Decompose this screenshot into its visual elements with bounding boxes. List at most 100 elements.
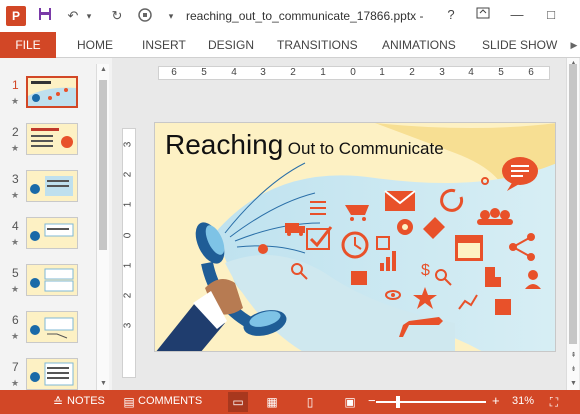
slide-show-icon[interactable]: ▣ — [342, 394, 358, 410]
animation-star-icon: ★ — [11, 237, 20, 247]
fit-to-window-icon[interactable]: ⛶ — [546, 394, 562, 410]
help-icon[interactable]: ? — [442, 6, 460, 24]
slide-thumbnail-5[interactable]: 5 ★ — [0, 264, 96, 310]
tab-animations[interactable]: ANIMATIONS — [382, 32, 456, 58]
status-bar: ≙ NOTES ▤ COMMENTS ▭ ▦ ▯ ▣ − + 31% ⛶ — [0, 390, 580, 414]
slide-title-large: Reaching — [165, 129, 284, 160]
normal-view-icon[interactable]: ▭ — [228, 392, 248, 412]
save-icon[interactable] — [36, 7, 54, 25]
ruler-tick: 3 — [122, 141, 134, 148]
animation-star-icon: ★ — [11, 190, 20, 200]
next-slide-icon[interactable]: ⇟ — [567, 364, 580, 376]
slide-preview — [26, 264, 78, 296]
ruler-tick: 0 — [122, 232, 134, 239]
slide-preview — [26, 358, 78, 390]
tab-transitions[interactable]: TRANSITIONS — [277, 32, 358, 58]
scroll-up-icon[interactable]: ▲ — [97, 64, 110, 76]
ruler-tick: 2 — [409, 67, 415, 78]
ribbon-tabs: FILE HOME INSERT DESIGN TRANSITIONS ANIM… — [0, 32, 580, 58]
editor-scrollbar[interactable]: ▲ ⇞ ⇟ ▼ — [566, 58, 579, 390]
scroll-down-icon[interactable]: ▼ — [97, 378, 110, 390]
minimize-icon[interactable]: — — [508, 6, 526, 24]
zoom-slider-thumb[interactable] — [396, 396, 400, 408]
ruler-tick: 5 — [201, 67, 207, 78]
prev-slide-icon[interactable]: ⇞ — [567, 350, 580, 362]
slide-thumbnail-6[interactable]: 6 ★ — [0, 311, 96, 357]
ruler-tick: 1 — [122, 201, 134, 208]
slide-thumbnail-3[interactable]: 3 ★ — [0, 170, 96, 216]
slide-number: 4 — [12, 219, 19, 233]
chevron-right-icon[interactable]: ▶ — [568, 38, 580, 52]
ruler-tick: 4 — [231, 67, 237, 78]
slide-preview — [26, 217, 78, 249]
scrollbar-thumb[interactable] — [569, 64, 577, 344]
ruler-tick: 4 — [468, 67, 474, 78]
animation-star-icon: ★ — [11, 331, 20, 341]
ruler-tick: 2 — [290, 67, 296, 78]
powerpoint-logo-icon: P — [6, 6, 26, 26]
slide-preview — [26, 170, 78, 202]
present-icon[interactable] — [136, 7, 154, 25]
slide-thumbnails-pane: 1 ★ 2 ★ 3 ★ 4 ★ 5 ★ 6 ★ 7 ★ ▲ ▼ — [0, 58, 112, 390]
zoom-out-button[interactable]: − — [368, 393, 376, 408]
slide-title-small: Out to Communicate — [287, 139, 444, 158]
tab-file[interactable]: FILE — [0, 32, 56, 58]
ruler-tick: 2 — [122, 292, 134, 299]
svg-text:$: $ — [421, 262, 430, 279]
slide-thumbnail-2[interactable]: 2 ★ — [0, 123, 96, 169]
slide-sorter-icon[interactable]: ▦ — [264, 394, 280, 410]
maximize-icon[interactable]: □ — [542, 6, 560, 24]
slide-number: 6 — [12, 313, 19, 327]
ruler-tick: 0 — [350, 67, 356, 78]
ruler-tick: 3 — [260, 67, 266, 78]
ribbon-display-icon[interactable] — [474, 6, 492, 24]
ruler-tick: 3 — [122, 322, 134, 329]
ruler-tick: 6 — [528, 67, 534, 78]
slide-preview — [26, 311, 78, 343]
comments-button[interactable]: COMMENTS — [138, 395, 202, 407]
slide-title[interactable]: Reaching Out to Communicate — [165, 129, 444, 161]
slide-number: 3 — [12, 172, 19, 186]
comments-icon: ▤ — [123, 395, 135, 409]
zoom-slider[interactable] — [376, 401, 486, 403]
ruler-tick: 1 — [379, 67, 385, 78]
reading-view-icon[interactable]: ▯ — [302, 394, 318, 410]
ruler-tick: 1 — [320, 67, 326, 78]
thumbnails-scrollbar[interactable]: ▲ ▼ — [96, 64, 109, 390]
notes-icon: ≙ — [52, 395, 64, 409]
tab-design[interactable]: DESIGN — [208, 32, 254, 58]
ruler-tick: 5 — [498, 67, 504, 78]
slide-thumbnail-4[interactable]: 4 ★ — [0, 217, 96, 263]
slide-number: 2 — [12, 125, 19, 139]
vertical-ruler: 3 2 1 0 1 2 3 — [122, 128, 136, 378]
undo-dropdown-icon[interactable]: ▾ — [80, 7, 98, 25]
customize-toolbar-icon[interactable]: ▾ — [162, 7, 180, 25]
ruler-tick: 3 — [439, 67, 445, 78]
animation-star-icon: ★ — [11, 284, 20, 294]
workspace: 1 ★ 2 ★ 3 ★ 4 ★ 5 ★ 6 ★ 7 ★ ▲ ▼ 6 5 4 3 … — [0, 58, 580, 390]
slide-number: 1 — [12, 78, 19, 92]
tab-insert[interactable]: INSERT — [142, 32, 186, 58]
slide-canvas[interactable]: $ Reaching Out to Communicate — [154, 122, 556, 352]
slide-number: 7 — [12, 360, 19, 374]
animation-star-icon: ★ — [11, 96, 20, 106]
zoom-in-button[interactable]: + — [492, 393, 500, 408]
tab-slide-show[interactable]: SLIDE SHOW — [482, 32, 557, 58]
zoom-level[interactable]: 31% — [512, 395, 534, 407]
animation-star-icon: ★ — [11, 378, 20, 388]
tab-home[interactable]: HOME — [77, 32, 113, 58]
redo-icon[interactable]: ↻ — [108, 7, 126, 25]
horizontal-ruler: 6 5 4 3 2 1 0 1 2 3 4 5 6 — [158, 66, 550, 80]
animation-star-icon: ★ — [11, 143, 20, 153]
document-title: reaching_out_to_communicate_17866.pptx - — [186, 9, 424, 23]
slide-thumbnail-1[interactable]: 1 ★ — [0, 76, 96, 122]
ruler-tick: 6 — [171, 67, 177, 78]
notes-button[interactable]: NOTES — [67, 395, 105, 407]
slide-preview — [26, 76, 78, 108]
title-bar: P ↶ ▾ ↻ ▾ reaching_out_to_communicate_17… — [0, 0, 580, 32]
ruler-tick: 2 — [122, 171, 134, 178]
scroll-down-icon[interactable]: ▼ — [567, 378, 580, 390]
scrollbar-thumb[interactable] — [99, 80, 107, 250]
slide-preview — [26, 123, 78, 155]
ruler-tick: 1 — [122, 262, 134, 269]
